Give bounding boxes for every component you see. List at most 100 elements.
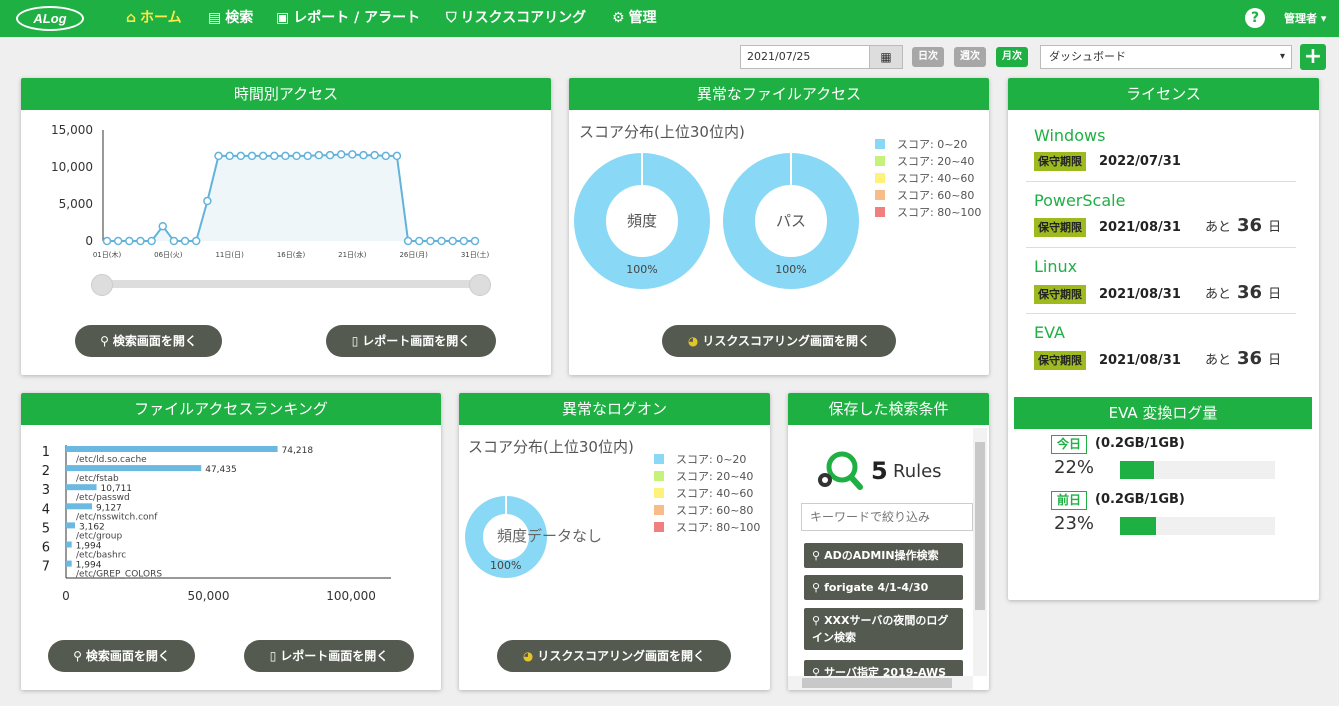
document-icon: ▯	[351, 334, 359, 348]
nav-risk-scoring[interactable]: ⛉ リスクスコアリング	[446, 0, 586, 37]
yesterday-percent: 23%	[1054, 513, 1095, 534]
ranking-bar	[66, 560, 72, 567]
horizontal-scrollbar[interactable]	[788, 676, 973, 690]
ranking-bar	[66, 522, 76, 529]
nav-admin[interactable]: ⚙ 管理	[612, 0, 657, 37]
nav-report-alert[interactable]: ▣ レポート / アラート	[276, 0, 420, 37]
remaining-days: あと 36 日	[1205, 348, 1282, 369]
open-search-button[interactable]: ⚲ 検索画面を開く	[75, 325, 222, 357]
data-point	[370, 150, 379, 160]
legend-label: スコア: 80~100	[676, 521, 761, 534]
legend-label: スコア: 40~60	[897, 172, 975, 185]
rank-number: 6	[42, 541, 50, 556]
legend-swatch	[654, 454, 664, 464]
scrollbar-thumb[interactable]	[975, 442, 985, 610]
alog-logo[interactable]: ALog	[16, 6, 84, 31]
legend-label: スコア: 0~20	[897, 138, 968, 151]
x-tick-label: 31日(土)	[461, 250, 490, 259]
data-point	[459, 236, 469, 246]
x-tick-label: 16日(金)	[277, 250, 306, 259]
yesterday-amount: (0.2GB/1GB)	[1095, 492, 1185, 507]
open-report-button[interactable]: ▯ レポート画面を開く	[326, 325, 496, 357]
search-icon: ⚲	[812, 549, 821, 562]
nav-home[interactable]: ⌂ ホーム	[126, 0, 182, 37]
license-date: 2021/08/31	[1099, 220, 1181, 235]
date-input[interactable]: 2021/07/25	[740, 45, 870, 69]
maintenance-badge: 保守期限	[1034, 152, 1086, 171]
open-search-button[interactable]: ⚲ 検索画面を開く	[48, 640, 195, 672]
calendar-icon[interactable]: ▦	[869, 45, 903, 69]
data-point	[392, 151, 402, 161]
bar-category-label: /etc/passwd	[76, 493, 130, 503]
x-tick-label: 21日(水)	[338, 250, 367, 259]
x-tick-label: 01日(木)	[93, 250, 122, 259]
search-icon: ⚲	[812, 614, 821, 627]
panel-title: 異常なファイルアクセス	[569, 78, 989, 110]
legend-item: スコア: 20~40	[875, 153, 974, 169]
saved-rule-button[interactable]: ⚲ forigate 4/1-4/30	[804, 575, 963, 600]
rule-count-unit: Rules	[893, 461, 942, 482]
nav-search[interactable]: ▤ 検索	[208, 0, 253, 37]
file-access-ranking-panel: ファイルアクセスランキング 1 74,218/etc/ld.so.cache 2 47…	[21, 393, 441, 690]
bar-category-label: /etc/GREP_COLORS	[76, 570, 162, 580]
pie-chart-icon: ◕	[522, 649, 534, 663]
scrollbar-thumb[interactable]	[802, 678, 952, 688]
data-point	[125, 236, 134, 246]
data-point	[203, 196, 212, 206]
help-icon[interactable]: ?	[1245, 8, 1265, 28]
range-slider[interactable]	[91, 274, 491, 296]
open-risk-scoring-button[interactable]: ◕ リスクスコアリング画面を開く	[497, 640, 731, 672]
monthly-button[interactable]: 月次	[996, 47, 1028, 67]
open-risk-scoring-button[interactable]: ◕ リスクスコアリング画面を開く	[662, 325, 896, 357]
vertical-scrollbar[interactable]	[973, 428, 987, 676]
ranking-bar	[66, 503, 93, 510]
legend-swatch	[654, 471, 664, 481]
data-point	[359, 150, 368, 160]
saved-rule-button[interactable]: ⚲ XXXサーバの夜間のログイン検索	[804, 608, 963, 650]
data-point	[113, 236, 123, 246]
caret-down-icon: ▾	[1320, 12, 1327, 25]
data-point	[325, 150, 335, 160]
x-tick-label: 26日(月)	[399, 251, 428, 259]
data-point	[270, 151, 279, 161]
daily-button[interactable]: 日次	[912, 47, 944, 67]
x-tick-label: 0	[62, 589, 70, 603]
admin-menu[interactable]: 管理者 ▾	[1284, 0, 1326, 37]
data-point	[292, 151, 301, 161]
add-widget-button[interactable]: +	[1300, 44, 1326, 70]
keyword-filter-input[interactable]	[801, 503, 973, 531]
data-point	[136, 236, 145, 246]
data-point	[158, 221, 168, 231]
saved-rule-button[interactable]: ⚲ ADのADMIN操作検索	[804, 543, 963, 568]
legend-swatch	[875, 207, 885, 217]
legend-label: スコア: 60~80	[897, 189, 975, 202]
maintenance-badge: 保守期限	[1034, 351, 1086, 370]
open-report-button[interactable]: ▯ レポート画面を開く	[244, 640, 414, 672]
data-point	[314, 150, 324, 160]
data-point	[258, 151, 268, 161]
data-point	[348, 150, 357, 159]
data-point	[147, 236, 156, 246]
ranking-bar	[66, 465, 202, 472]
score-distribution-title: スコア分布(上位30位内)	[468, 438, 634, 456]
slider-handle-right[interactable]	[469, 274, 491, 296]
weekly-button[interactable]: 週次	[954, 47, 986, 67]
legend-swatch	[875, 190, 885, 200]
ranking-bar-chart: 1 74,218/etc/ld.so.cache 2 47,435/etc/fstab…	[42, 445, 391, 603]
legend-item: スコア: 80~100	[654, 519, 760, 535]
slider-handle-left[interactable]	[91, 274, 113, 296]
data-point	[169, 236, 179, 246]
data-point	[281, 151, 290, 161]
donut-percent: 100%	[775, 263, 807, 276]
maintenance-badge: 保守期限	[1034, 285, 1086, 304]
search-icon: ⚲	[812, 581, 821, 594]
legend-item: スコア: 60~80	[654, 502, 753, 518]
abnormal-file-access-panel: 異常なファイルアクセス スコア分布(上位30位内) 頻度 100% パス 100…	[569, 78, 989, 375]
donut-label: 頻度	[626, 212, 657, 230]
top-navbar: ALog ⌂ ホーム ▤ 検索 ▣ レポート / アラート ⛉ リスクスコアリング ⚙ 管…	[0, 0, 1339, 37]
ranking-bar	[66, 484, 97, 491]
rank-number: 3	[42, 483, 50, 498]
dashboard-select[interactable]: ダッシュボード ▾	[1040, 45, 1292, 69]
bar-value-label: 74,218	[282, 446, 314, 456]
hourly-access-chart: 0 5,000 10,000 15,000 01日(木) 06日(火) 11日(日) 16日…	[51, 123, 490, 259]
